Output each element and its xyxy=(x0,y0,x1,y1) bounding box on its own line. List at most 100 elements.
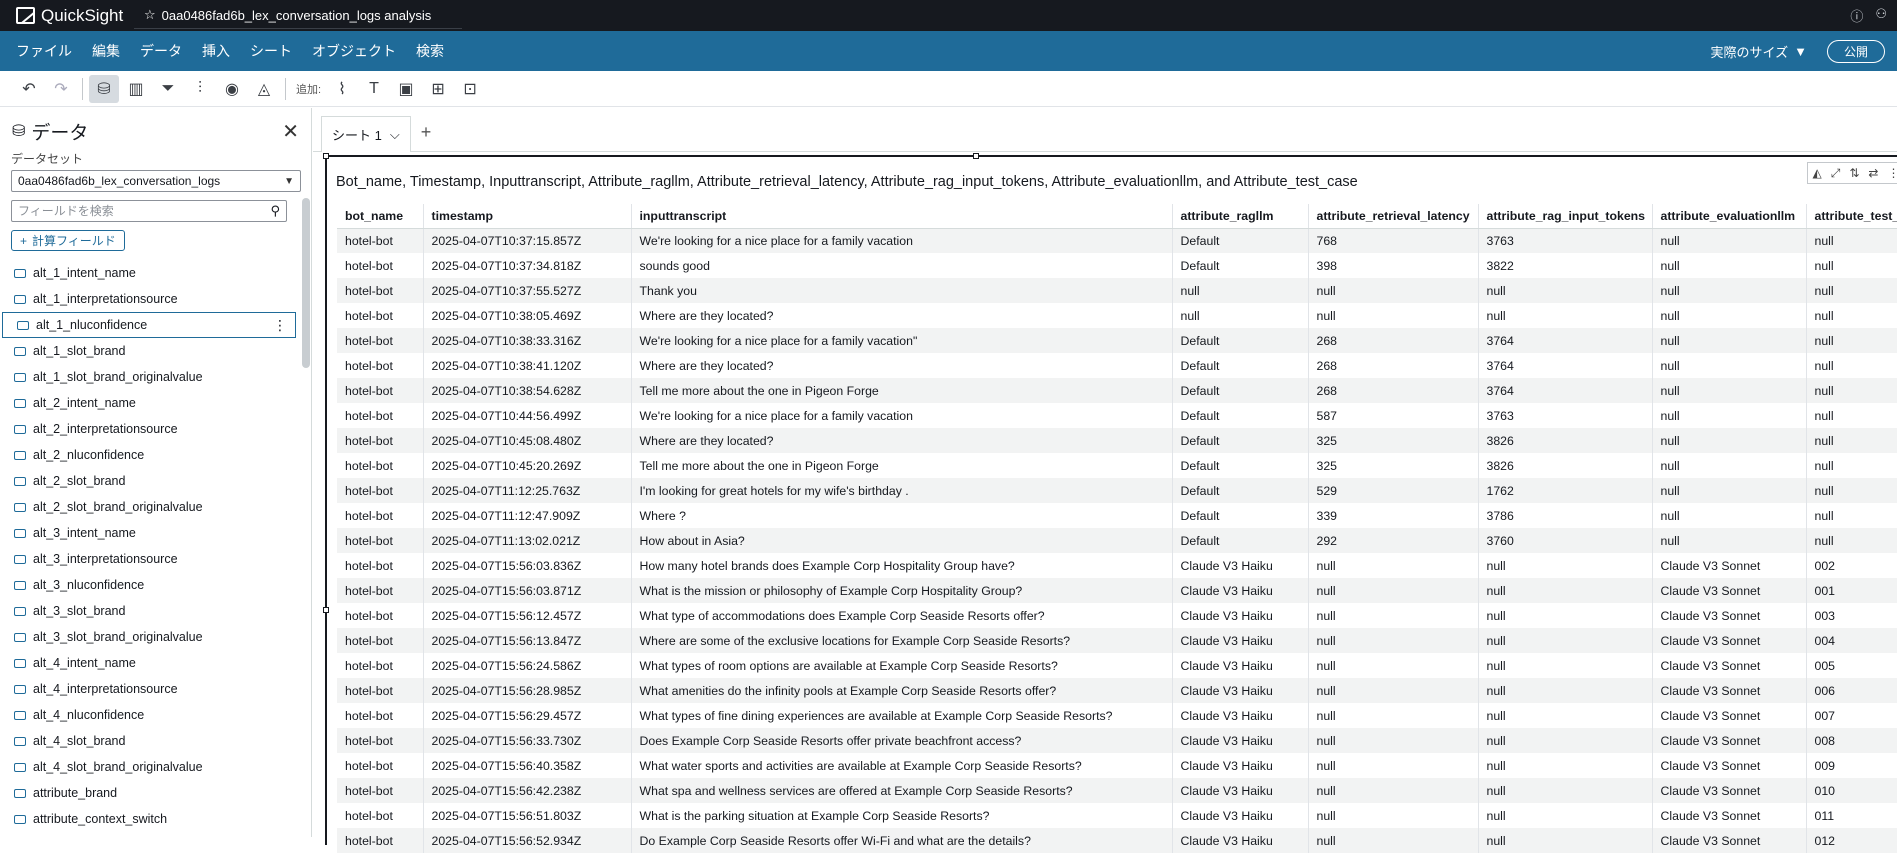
add-text-icon[interactable]: T xyxy=(359,75,389,103)
field-item[interactable]: alt_3_slot_brand_originalvalue xyxy=(0,624,298,650)
column-header[interactable]: attribute_test_case xyxy=(1806,204,1897,229)
close-icon[interactable]: ✕ xyxy=(282,119,299,144)
table-row[interactable]: hotel-bot 2025-04-07T15:56:29.457Z What ty… xyxy=(337,703,1897,728)
dataset-select[interactable]: 0aa0486fad6b_lex_conversation_logs ▼ xyxy=(11,170,301,192)
menu-data[interactable]: データ xyxy=(130,41,192,61)
menu-object[interactable]: オブジェクト xyxy=(302,41,406,61)
add-control-icon[interactable]: ⊡ xyxy=(455,75,485,103)
table-row[interactable]: hotel-bot 2025-04-07T10:44:56.499Z We're l… xyxy=(337,403,1897,428)
analysis-title-field[interactable]: ☆ 0aa0486fad6b_lex_conversation_logs ana… xyxy=(134,3,462,29)
field-item[interactable]: alt_1_interpretationsource xyxy=(0,286,298,312)
field-item[interactable]: alt_2_slot_brand xyxy=(0,468,298,494)
table-row[interactable]: hotel-bot 2025-04-07T10:38:41.120Z Where a… xyxy=(337,353,1897,378)
table-row[interactable]: hotel-bot 2025-04-07T10:37:55.527Z Thank y… xyxy=(337,278,1897,303)
column-header[interactable]: attribute_retrieval_latency xyxy=(1308,204,1479,229)
table-row[interactable]: hotel-bot 2025-04-07T15:56:28.985Z What am… xyxy=(337,678,1897,703)
publish-button[interactable]: 公開 xyxy=(1826,39,1885,63)
table-row[interactable]: hotel-bot 2025-04-07T15:56:12.457Z What ty… xyxy=(337,603,1897,628)
column-header[interactable]: attribute_evaluationllm xyxy=(1652,204,1807,229)
filter-icon[interactable]: ⏷ xyxy=(153,75,183,103)
column-header[interactable]: attribute_ragllm xyxy=(1172,204,1309,229)
star-icon[interactable]: ☆ xyxy=(144,7,156,23)
field-item[interactable]: attribute_context_switch xyxy=(0,806,298,832)
field-item[interactable]: alt_3_slot_brand xyxy=(0,598,298,624)
quicksight-logo[interactable]: QuickSight xyxy=(0,6,130,26)
table-row[interactable]: hotel-bot 2025-04-07T15:56:24.586Z What ty… xyxy=(337,653,1897,678)
table-row[interactable]: hotel-bot 2025-04-07T10:45:20.269Z Tell me… xyxy=(337,453,1897,478)
resize-handle[interactable] xyxy=(973,153,979,159)
menu-search[interactable]: 検索 xyxy=(406,41,454,61)
field-item[interactable]: alt_2_slot_brand_originalvalue xyxy=(0,494,298,520)
swap-icon[interactable]: ⇄ xyxy=(1868,166,1878,180)
table-row[interactable]: hotel-bot 2025-04-07T15:56:52.934Z Do Exam… xyxy=(337,828,1897,853)
table-row[interactable]: hotel-bot 2025-04-07T10:45:08.480Z Where a… xyxy=(337,428,1897,453)
field-item[interactable]: alt_4_slot_brand_originalvalue xyxy=(0,754,298,780)
parameters-icon[interactable]: ⫶ xyxy=(185,75,215,103)
visual-format-icon[interactable]: ◭ xyxy=(1813,166,1822,180)
field-item[interactable]: alt_2_intent_name xyxy=(0,390,298,416)
table-row[interactable]: hotel-bot 2025-04-07T15:56:33.730Z Does Ex… xyxy=(337,728,1897,753)
field-item[interactable]: alt_4_intent_name xyxy=(0,650,298,676)
menu-file[interactable]: ファイル xyxy=(0,41,82,61)
field-item[interactable]: alt_3_nluconfidence xyxy=(0,572,298,598)
add-visual-icon[interactable]: ⌇ xyxy=(327,75,357,103)
resize-handle[interactable] xyxy=(323,607,329,613)
visualize-icon[interactable]: ▥ xyxy=(121,75,151,103)
table-row[interactable]: hotel-bot 2025-04-07T15:56:13.847Z Where a… xyxy=(337,628,1897,653)
add-image-icon[interactable]: ▣ xyxy=(391,75,421,103)
add-calculated-field-button[interactable]: + 計算フィールド xyxy=(11,230,125,251)
themes-icon[interactable]: ◬ xyxy=(249,75,279,103)
data-pane-icon[interactable]: ⛁ xyxy=(89,74,119,103)
field-menu-icon[interactable]: ⋮ xyxy=(273,317,287,334)
sidebar-scrollbar[interactable] xyxy=(302,198,310,368)
table-visual[interactable]: Bot_name, Timestamp, Inputtranscript, At… xyxy=(323,153,1897,853)
expand-icon[interactable]: ⤢ xyxy=(1831,166,1841,181)
field-search-input[interactable] xyxy=(18,204,248,218)
field-item[interactable]: alt_4_nluconfidence xyxy=(0,702,298,728)
field-item[interactable]: alt_1_intent_name xyxy=(0,260,298,286)
table-row[interactable]: hotel-bot 2025-04-07T10:37:15.857Z We're l… xyxy=(337,228,1897,253)
table-row[interactable]: hotel-bot 2025-04-07T15:56:03.836Z How man… xyxy=(337,553,1897,578)
table-row[interactable]: hotel-bot 2025-04-07T15:56:03.871Z What is… xyxy=(337,578,1897,603)
table-row[interactable]: hotel-bot 2025-04-07T10:37:34.818Z sounds … xyxy=(337,253,1897,278)
resize-handle[interactable] xyxy=(323,153,329,159)
field-item[interactable]: alt_1_slot_brand xyxy=(0,338,298,364)
table-row[interactable]: hotel-bot 2025-04-07T11:13:02.021Z How abo… xyxy=(337,528,1897,553)
column-header[interactable]: timestamp xyxy=(423,204,632,229)
fit-dropdown[interactable]: 実際のサイズ ▼ xyxy=(1710,42,1807,61)
field-item[interactable]: alt_3_interpretationsource xyxy=(0,546,298,572)
field-search[interactable]: ⚲ xyxy=(11,200,287,222)
add-sheet-icon[interactable]: + xyxy=(421,122,432,143)
field-item[interactable]: alt_4_interpretationsource xyxy=(0,676,298,702)
menu-edit[interactable]: 編集 xyxy=(82,41,130,61)
field-item[interactable]: alt_2_interpretationsource xyxy=(0,416,298,442)
table-row[interactable]: hotel-bot 2025-04-07T15:56:51.803Z What is… xyxy=(337,803,1897,828)
table-row[interactable]: hotel-bot 2025-04-07T10:38:33.316Z We're l… xyxy=(337,328,1897,353)
field-item[interactable]: alt_2_nluconfidence xyxy=(0,442,298,468)
sort-icon[interactable]: ⇅ xyxy=(1849,166,1859,180)
table-row[interactable]: hotel-bot 2025-04-07T10:38:05.469Z Where a… xyxy=(337,303,1897,328)
menu-insert[interactable]: 挿入 xyxy=(192,41,240,61)
redo-icon[interactable]: ↷ xyxy=(46,75,76,103)
more-icon[interactable]: ⋮ xyxy=(1887,166,1897,180)
undo-icon[interactable]: ↶ xyxy=(14,75,44,103)
column-header[interactable]: inputtranscript xyxy=(631,204,1173,229)
table-row[interactable]: hotel-bot 2025-04-07T10:38:54.628Z Tell me… xyxy=(337,378,1897,403)
table-row[interactable]: hotel-bot 2025-04-07T15:56:42.238Z What sp… xyxy=(337,778,1897,803)
column-header[interactable]: attribute_rag_input_tokens xyxy=(1478,204,1653,229)
table-row[interactable]: hotel-bot 2025-04-07T11:12:47.909Z Where ?… xyxy=(337,503,1897,528)
column-header[interactable]: bot_name xyxy=(337,204,424,229)
add-insight-icon[interactable]: ⊞ xyxy=(423,75,453,103)
field-item[interactable]: alt_4_slot_brand xyxy=(0,728,298,754)
help-icon[interactable]: ⓘ xyxy=(1850,6,1863,25)
user-icon[interactable]: ⚇ xyxy=(1875,6,1887,25)
field-item[interactable]: attribute_brand xyxy=(0,780,298,806)
field-item[interactable]: alt_3_intent_name xyxy=(0,520,298,546)
chevron-down-icon[interactable]: ⌵ xyxy=(390,127,400,143)
tab-sheet-1[interactable]: シート 1 ⌵ xyxy=(321,116,411,152)
field-item[interactable]: alt_1_slot_brand_originalvalue xyxy=(0,364,298,390)
table-row[interactable]: hotel-bot 2025-04-07T15:56:40.358Z What wa… xyxy=(337,753,1897,778)
insights-icon[interactable]: ◉ xyxy=(217,75,247,103)
table-row[interactable]: hotel-bot 2025-04-07T11:12:25.763Z I'm loo… xyxy=(337,478,1897,503)
field-item[interactable]: alt_1_nluconfidence ⋮ xyxy=(2,312,296,338)
